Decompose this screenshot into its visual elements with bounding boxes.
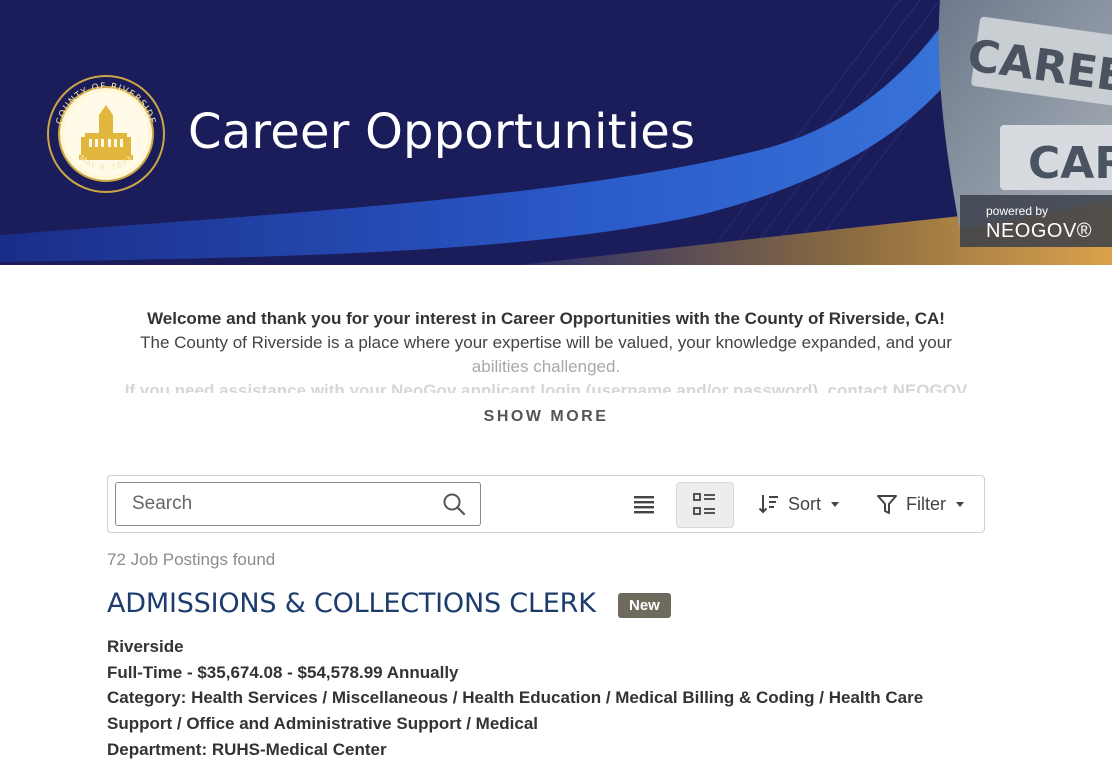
welcome-line-1: The County of Riverside is a place where…: [140, 333, 952, 352]
job-category: Category: Health Services / Miscellaneou…: [107, 688, 924, 734]
county-seal-logo: COUNTY OF RIVERSIDE MAY 9, 1893: [47, 75, 165, 193]
search-icon[interactable]: [442, 492, 466, 516]
job-details: Riverside Full-Time - $35,674.08 - $54,5…: [107, 634, 987, 763]
svg-text:CAR: CAR: [1028, 138, 1112, 189]
show-more-button[interactable]: SHOW MORE: [0, 408, 1092, 426]
results-count: 72 Job Postings found: [107, 550, 276, 569]
filter-icon: [877, 495, 897, 514]
search-toolbar: Sort Filter: [107, 475, 985, 533]
welcome-line-2: abilities challenged.: [471, 357, 621, 376]
chevron-down-icon: [956, 501, 964, 507]
sort-label: Sort: [788, 493, 822, 514]
card-view-button[interactable]: [676, 482, 734, 528]
page-title: Career Opportunities: [188, 104, 696, 160]
header-banner: CAREER CAR COUNTY OF RIVERSIDE MAY 9, 18…: [0, 0, 1112, 265]
welcome-line-3: If you need assistance with your NeoGov …: [124, 381, 968, 393]
welcome-heading: Welcome and thank you for your interest …: [147, 309, 945, 328]
powered-by-neogov[interactable]: powered by NEOGOV®: [986, 204, 1092, 243]
job-department: Department: RUHS-Medical Center: [107, 739, 387, 759]
filter-dropdown[interactable]: Filter: [876, 490, 964, 518]
neogov-logo: NEOGOV®: [986, 220, 1093, 242]
chevron-down-icon: [831, 501, 840, 507]
job-type-salary: Full-Time - $35,674.08 - $54,578.99 Annu…: [107, 662, 459, 682]
sort-dropdown[interactable]: Sort: [758, 490, 840, 518]
search-field[interactable]: [115, 482, 481, 526]
job-location: Riverside: [107, 637, 184, 656]
sort-icon: [758, 495, 778, 514]
filter-label: Filter: [906, 493, 946, 514]
job-title-link[interactable]: ADMISSIONS & COLLECTIONS CLERK: [107, 588, 596, 619]
welcome-message: Welcome and thank you for your interest …: [100, 307, 992, 393]
search-input[interactable]: [130, 483, 434, 525]
list-view-icon[interactable]: [628, 488, 660, 520]
powered-by-label: powered by: [986, 204, 1049, 218]
card-view-icon: [693, 493, 715, 515]
new-badge: New: [618, 593, 671, 618]
